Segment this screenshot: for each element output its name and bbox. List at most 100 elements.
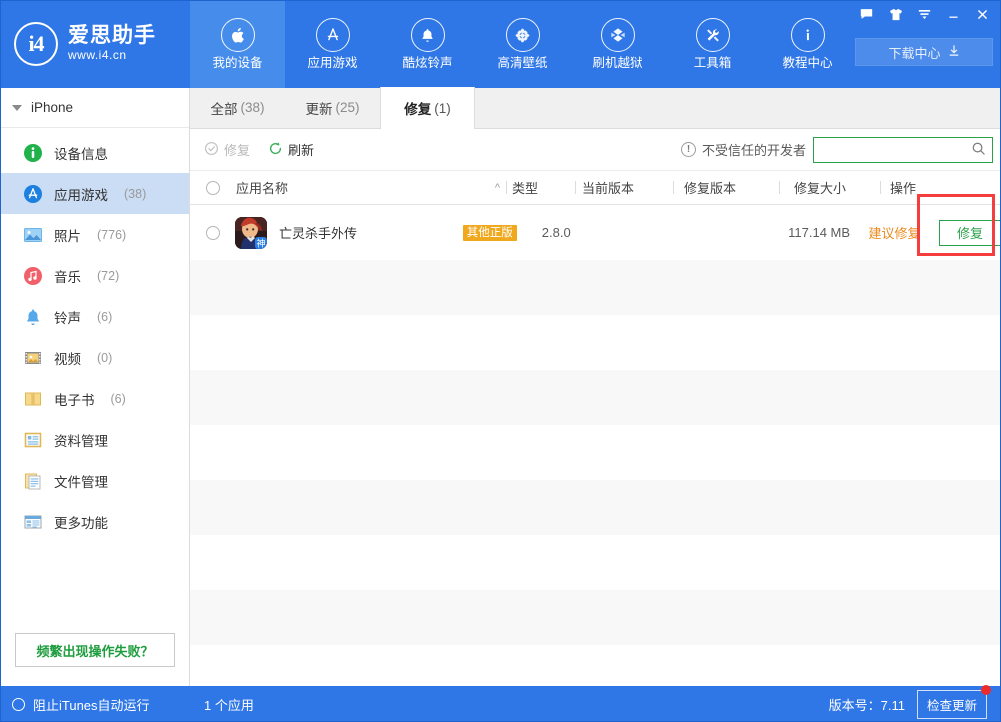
sidebar-item-videos[interactable]: 视频 (0) bbox=[0, 337, 189, 378]
nav-label: 刷机越狱 bbox=[592, 57, 642, 70]
nav-item-tutorials[interactable]: 教程中心 bbox=[760, 0, 855, 88]
feedback-icon[interactable] bbox=[852, 2, 881, 26]
tab-label: 更新 bbox=[305, 98, 332, 118]
untrusted-developer-link[interactable]: ! 不受信任的开发者 bbox=[681, 140, 806, 159]
column-header-repair-version[interactable]: 修复版本 bbox=[684, 178, 764, 197]
nav-item-flash-jailbreak[interactable]: 刷机越狱 bbox=[570, 0, 665, 88]
tab-repair[interactable]: 修复 (1) bbox=[380, 87, 475, 129]
row-checkbox[interactable] bbox=[206, 226, 220, 240]
check-update-label: 检查更新 bbox=[927, 699, 977, 713]
download-center-button[interactable]: 下载中心 bbox=[855, 38, 993, 66]
brand-url: www.i4.cn bbox=[68, 48, 156, 64]
chevron-down-icon bbox=[12, 105, 22, 111]
nav-item-wallpapers[interactable]: 高清壁纸 bbox=[475, 0, 570, 88]
sidebar-item-ringtones[interactable]: 铃声 (6) bbox=[0, 296, 189, 337]
nav-label: 应用游戏 bbox=[307, 57, 357, 70]
app-window: i4 爱思助手 www.i4.cn 我的设备 应用游戏 bbox=[0, 0, 1001, 722]
sidebar-item-label: 更多功能 bbox=[54, 512, 108, 532]
menu-icon[interactable] bbox=[910, 2, 939, 26]
app-icon: 神 bbox=[235, 217, 267, 249]
sidebar-item-label: 视频 bbox=[54, 348, 81, 368]
sidebar-item-apps-games[interactable]: 应用游戏 (38) bbox=[0, 173, 189, 214]
search-box[interactable] bbox=[813, 137, 993, 163]
sidebar-item-label: 电子书 bbox=[54, 389, 95, 409]
sort-indicator-icon[interactable]: ^ bbox=[466, 182, 500, 194]
skin-icon[interactable] bbox=[881, 2, 910, 26]
block-itunes-toggle[interactable]: 阻止iTunes自动运行 bbox=[0, 695, 190, 714]
column-header-current-version[interactable]: 当前版本 bbox=[582, 178, 662, 197]
sidebar-item-ebooks[interactable]: 电子书 (6) bbox=[0, 378, 189, 419]
row-repair-button[interactable]: 修复 bbox=[939, 220, 1001, 246]
nav-label: 我的设备 bbox=[212, 57, 262, 70]
main-nav: 我的设备 应用游戏 酷炫铃声 bbox=[190, 0, 855, 88]
column-header-type[interactable]: 类型 bbox=[512, 178, 568, 197]
logo-text: i4 bbox=[28, 33, 43, 55]
nav-label: 教程中心 bbox=[782, 57, 832, 70]
column-label: 应用名称 bbox=[236, 178, 288, 197]
tab-all[interactable]: 全部 (38) bbox=[190, 87, 285, 128]
nav-item-my-device[interactable]: 我的设备 bbox=[190, 0, 285, 88]
close-icon[interactable] bbox=[968, 2, 997, 26]
photo-icon bbox=[22, 224, 43, 245]
table-row[interactable]: 神 亡灵杀手外传 其他正版 2.8.0 117.14 MB 建议修复 修复 bbox=[190, 205, 1001, 260]
operation-fail-help-button[interactable]: 频繁出现操作失败？ bbox=[15, 633, 175, 667]
sidebar-item-label: 应用游戏 bbox=[54, 184, 108, 204]
refresh-button[interactable]: 刷新 bbox=[268, 140, 314, 159]
svg-text:神: 神 bbox=[257, 237, 266, 248]
sidebar-item-device-info[interactable]: 设备信息 bbox=[0, 132, 189, 173]
repair-label: 修复 bbox=[224, 140, 250, 159]
data-icon bbox=[22, 429, 43, 450]
select-all-checkbox[interactable] bbox=[206, 181, 220, 195]
tab-label: 全部 bbox=[210, 98, 237, 118]
app-header: i4 爱思助手 www.i4.cn 我的设备 应用游戏 bbox=[0, 0, 1001, 88]
device-name: iPhone bbox=[31, 100, 73, 115]
column-header-repair-size[interactable]: 修复大小 bbox=[794, 178, 870, 197]
repair-icon bbox=[204, 141, 219, 159]
nav-item-ringtones[interactable]: 酷炫铃声 bbox=[380, 0, 475, 88]
refresh-label: 刷新 bbox=[288, 140, 314, 159]
table-row-empty bbox=[190, 260, 1001, 315]
nav-item-apps-games[interactable]: 应用游戏 bbox=[285, 0, 380, 88]
table-row-empty bbox=[190, 315, 1001, 370]
divider bbox=[506, 181, 507, 194]
table-header: 应用名称 ^ 类型 当前版本 修复版本 修复大小 操作 bbox=[190, 171, 1001, 205]
radio-icon bbox=[12, 698, 25, 711]
footer-right: 版本号：7.11 检查更新 bbox=[829, 690, 1001, 719]
video-icon bbox=[22, 347, 43, 368]
nav-label: 工具箱 bbox=[694, 57, 732, 70]
tab-update[interactable]: 更新 (25) bbox=[285, 87, 380, 128]
block-itunes-label: 阻止iTunes自动运行 bbox=[33, 695, 150, 714]
sidebar-item-label: 音乐 bbox=[54, 266, 81, 286]
sidebar-item-label: 铃声 bbox=[54, 307, 81, 327]
sidebar-item-music[interactable]: 音乐 (72) bbox=[0, 255, 189, 296]
column-header-action[interactable]: 操作 bbox=[890, 178, 950, 197]
column-header-app-name[interactable]: 应用名称 bbox=[236, 178, 466, 197]
tab-count: (38) bbox=[240, 100, 264, 115]
sidebar-item-more-features[interactable]: 更多功能 bbox=[0, 501, 189, 542]
divider bbox=[673, 181, 674, 194]
bell-icon bbox=[411, 18, 445, 52]
nav-item-toolbox[interactable]: 工具箱 bbox=[665, 0, 760, 88]
main-panel: 全部 (38) 更新 (25) 修复 (1) 修复 bbox=[190, 88, 1001, 686]
more-icon bbox=[22, 511, 43, 532]
appstore-icon bbox=[22, 183, 43, 204]
search-input[interactable] bbox=[820, 142, 971, 158]
repair-suggestion-link[interactable]: 建议修复 bbox=[869, 226, 921, 241]
box-icon bbox=[601, 18, 635, 52]
sidebar-item-photos[interactable]: 照片 (776) bbox=[0, 214, 189, 255]
sidebar-item-file-management[interactable]: 文件管理 bbox=[0, 460, 189, 501]
sidebar-item-count: (6) bbox=[111, 392, 126, 406]
type-badge: 其他正版 bbox=[463, 225, 517, 241]
table-row-empty bbox=[190, 425, 1001, 480]
current-version: 2.8.0 bbox=[542, 225, 637, 240]
device-selector[interactable]: iPhone bbox=[0, 88, 189, 128]
repair-button[interactable]: 修复 bbox=[204, 140, 250, 159]
search-icon[interactable] bbox=[971, 141, 986, 159]
music-icon bbox=[22, 265, 43, 286]
refresh-icon bbox=[268, 141, 283, 159]
untrusted-label: 不受信任的开发者 bbox=[702, 140, 806, 159]
check-update-button[interactable]: 检查更新 bbox=[917, 690, 987, 719]
appstore-icon bbox=[316, 18, 350, 52]
minimize-icon[interactable] bbox=[939, 2, 968, 26]
sidebar-item-data-management[interactable]: 资料管理 bbox=[0, 419, 189, 460]
